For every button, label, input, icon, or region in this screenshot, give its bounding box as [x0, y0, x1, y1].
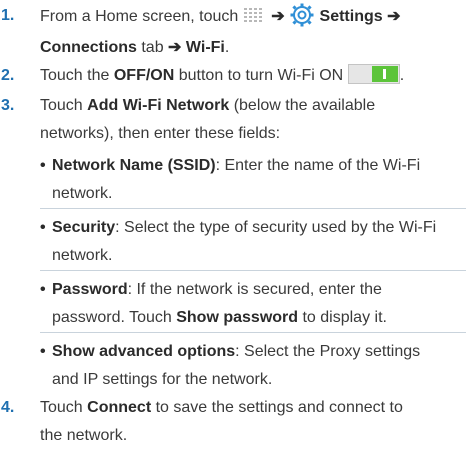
divider [40, 332, 466, 333]
add-network-label: Add Wi-Fi Network [87, 97, 230, 114]
settings-label: Settings [319, 8, 383, 26]
step-text: (below the available [233, 97, 376, 114]
step-text: button to turn Wi-Fi ON [178, 67, 344, 84]
step-text: Touch [40, 97, 83, 114]
tab-text: tab [141, 39, 164, 56]
step-text: networks), then enter these fields: [40, 125, 281, 142]
divider [40, 208, 466, 209]
field-text: network. [52, 185, 113, 202]
arrow-icon: ➔ [387, 8, 401, 26]
settings-gear-icon [290, 3, 314, 27]
period: . [399, 67, 405, 84]
list-item-password: • Password: If the network is secured, e… [0, 278, 470, 332]
divider [40, 270, 466, 271]
step-number: 2. [1, 67, 15, 84]
wifi-label: Wi-Fi [185, 39, 225, 56]
apps-grid-icon [243, 8, 262, 22]
list-item-security: • Security: Select the type of security … [0, 216, 470, 270]
list-item-advanced: • Show advanced options: Select the Prox… [0, 340, 470, 394]
field-label: Network Name (SSID) [52, 157, 216, 174]
field-text: : Select the type of security used by th… [115, 219, 437, 236]
toggle-on-icon [347, 63, 400, 84]
field-text: network. [52, 247, 113, 264]
step-text: the network. [40, 427, 128, 444]
field-text: : Select the Proxy settings [235, 343, 421, 360]
field-text: and IP settings for the network. [52, 371, 273, 388]
arrow-icon: ➔ [168, 39, 182, 56]
step-3: 3. Touch Add Wi-Fi Network (below the av… [0, 94, 470, 146]
connect-label: Connect [87, 399, 152, 416]
field-text: : Enter the name of the Wi-Fi [215, 157, 421, 174]
offon-label: OFF/ON [113, 67, 175, 84]
bullet: • [40, 219, 46, 236]
step-1: 1. From a Home screen, touch ➔ Settings … [0, 3, 470, 60]
step-4: 4. Touch Connect to save the settings an… [0, 396, 470, 448]
step-text: From a Home screen, touch [40, 8, 239, 26]
step-number: 1. [1, 7, 15, 24]
field-text: to display it. [302, 309, 387, 326]
step-number: 4. [1, 399, 15, 416]
step-text: Touch [40, 399, 83, 416]
field-label: Security [52, 219, 116, 236]
arrow-icon: ➔ [271, 8, 285, 26]
field-label: Password [52, 281, 128, 298]
field-text: : If the network is secured, enter the [127, 281, 382, 298]
bullet: • [40, 343, 46, 360]
bullet: • [40, 281, 46, 298]
field-label: Show advanced options [52, 343, 236, 360]
field-text: password. Touch [52, 309, 172, 326]
list-item-ssid: • Network Name (SSID): Enter the name of… [0, 154, 470, 208]
step-text: to save the settings and connect to [155, 399, 403, 416]
show-password-label: Show password [176, 309, 299, 326]
step-2: 2. Touch the OFF/ON button to turn Wi-Fi… [0, 63, 470, 88]
step-text: Touch the [40, 67, 110, 84]
field-list: • Network Name (SSID): Enter the name of… [0, 154, 470, 394]
step-number: 3. [1, 97, 15, 114]
connections-label: Connections [40, 39, 137, 56]
period: . [224, 39, 230, 56]
bullet: • [40, 157, 46, 174]
